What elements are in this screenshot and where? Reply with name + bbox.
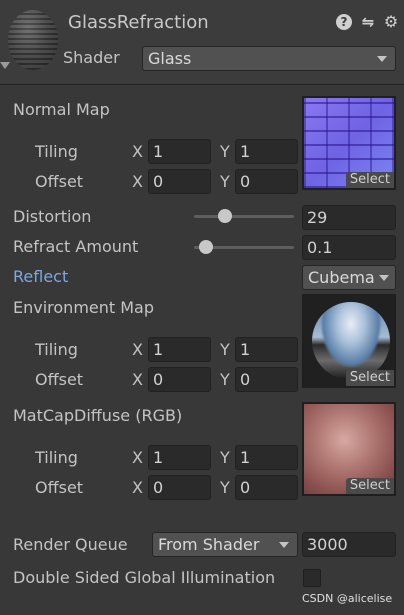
reflect-mode-value: Cubema bbox=[308, 268, 375, 287]
normal-map-offset-y-label: Y bbox=[220, 172, 230, 191]
reflect-label[interactable]: Reflect bbox=[13, 266, 68, 288]
matcap-tiling-y-label: Y bbox=[220, 448, 230, 467]
chevron-down-icon bbox=[279, 542, 289, 548]
matcap-texture-slot[interactable]: Select bbox=[302, 402, 396, 496]
double-sided-gi-checkbox[interactable] bbox=[303, 569, 321, 587]
refract-amount-label: Refract Amount bbox=[13, 237, 139, 256]
refract-amount-slider-handle[interactable] bbox=[199, 240, 213, 254]
help-icon[interactable]: ? bbox=[336, 14, 352, 30]
shader-label: Shader bbox=[63, 48, 120, 67]
matcap-offset-y-label: Y bbox=[220, 478, 230, 497]
matcap-diffuse-label: MatCapDiffuse (RGB) bbox=[13, 406, 183, 425]
environment-map-tiling-label: Tiling bbox=[35, 340, 78, 359]
environment-map-tiling-x-label: X bbox=[132, 340, 143, 359]
normal-map-tiling-label: Tiling bbox=[35, 142, 78, 161]
environment-map-tiling-y-field[interactable]: 1 bbox=[235, 337, 298, 362]
environment-map-tiling-y-label: Y bbox=[220, 340, 230, 359]
refract-amount-value-field[interactable]: 0.1 bbox=[302, 235, 396, 260]
environment-map-texture-slot[interactable]: Select bbox=[302, 294, 396, 388]
preset-icon[interactable]: ⇋ bbox=[360, 14, 376, 30]
environment-map-label: Environment Map bbox=[13, 298, 155, 317]
chevron-down-icon bbox=[379, 275, 389, 281]
matcap-offset-x-field[interactable]: 0 bbox=[148, 475, 211, 500]
matcap-tiling-x-label: X bbox=[132, 448, 143, 467]
environment-map-offset-label: Offset bbox=[35, 370, 84, 389]
double-sided-gi-label: Double Sided Global Illumination bbox=[13, 568, 276, 587]
normal-map-tiling-y-field[interactable]: 1 bbox=[235, 139, 298, 164]
distortion-slider-track[interactable] bbox=[194, 215, 294, 218]
distortion-slider-handle[interactable] bbox=[218, 209, 232, 223]
chevron-down-icon bbox=[377, 56, 387, 62]
material-title: GlassRefraction bbox=[68, 12, 209, 33]
normal-map-tiling-x-label: X bbox=[132, 142, 143, 161]
preview-foldout-arrow-icon[interactable] bbox=[0, 62, 10, 69]
normal-map-tiling-x-field[interactable]: 1 bbox=[148, 139, 211, 164]
render-queue-label: Render Queue bbox=[13, 535, 128, 554]
normal-map-label: Normal Map bbox=[13, 100, 110, 119]
environment-map-tiling-x-field[interactable]: 1 bbox=[148, 337, 211, 362]
reflect-mode-dropdown[interactable]: Cubema bbox=[302, 265, 396, 290]
matcap-tiling-label: Tiling bbox=[35, 448, 78, 467]
environment-map-select-button[interactable]: Select bbox=[345, 370, 394, 386]
normal-map-tiling-y-label: Y bbox=[220, 142, 230, 161]
matcap-select-button[interactable]: Select bbox=[345, 478, 394, 494]
distortion-value-field[interactable]: 29 bbox=[302, 205, 396, 230]
environment-cubemap-preview bbox=[312, 302, 390, 380]
normal-map-offset-label: Offset bbox=[35, 172, 84, 191]
render-queue-mode-value: From Shader bbox=[158, 535, 260, 554]
render-queue-value-field[interactable]: 3000 bbox=[302, 532, 396, 557]
material-preview-sphere[interactable] bbox=[8, 10, 58, 70]
shader-dropdown-value: Glass bbox=[148, 49, 192, 68]
normal-map-offset-x-field[interactable]: 0 bbox=[148, 169, 211, 194]
matcap-offset-label: Offset bbox=[35, 478, 84, 497]
distortion-label: Distortion bbox=[13, 207, 92, 226]
environment-map-offset-y-field[interactable]: 0 bbox=[235, 367, 298, 392]
normal-map-offset-x-label: X bbox=[132, 172, 143, 191]
gear-icon[interactable]: ⚙ bbox=[383, 14, 399, 30]
watermark: CSDN @alicelise bbox=[302, 592, 393, 605]
normal-map-offset-y-field[interactable]: 0 bbox=[235, 169, 298, 194]
matcap-tiling-x-field[interactable]: 1 bbox=[148, 445, 211, 470]
matcap-offset-x-label: X bbox=[132, 478, 143, 497]
environment-map-offset-x-field[interactable]: 0 bbox=[148, 367, 211, 392]
matcap-offset-y-field[interactable]: 0 bbox=[235, 475, 298, 500]
normal-map-texture-slot[interactable]: Select bbox=[302, 96, 396, 190]
render-queue-mode-dropdown[interactable]: From Shader bbox=[152, 532, 298, 557]
normal-map-select-button[interactable]: Select bbox=[345, 172, 394, 188]
environment-map-offset-x-label: X bbox=[132, 370, 143, 389]
environment-map-offset-y-label: Y bbox=[220, 370, 230, 389]
matcap-tiling-y-field[interactable]: 1 bbox=[235, 445, 298, 470]
shader-dropdown[interactable]: Glass bbox=[142, 46, 396, 71]
